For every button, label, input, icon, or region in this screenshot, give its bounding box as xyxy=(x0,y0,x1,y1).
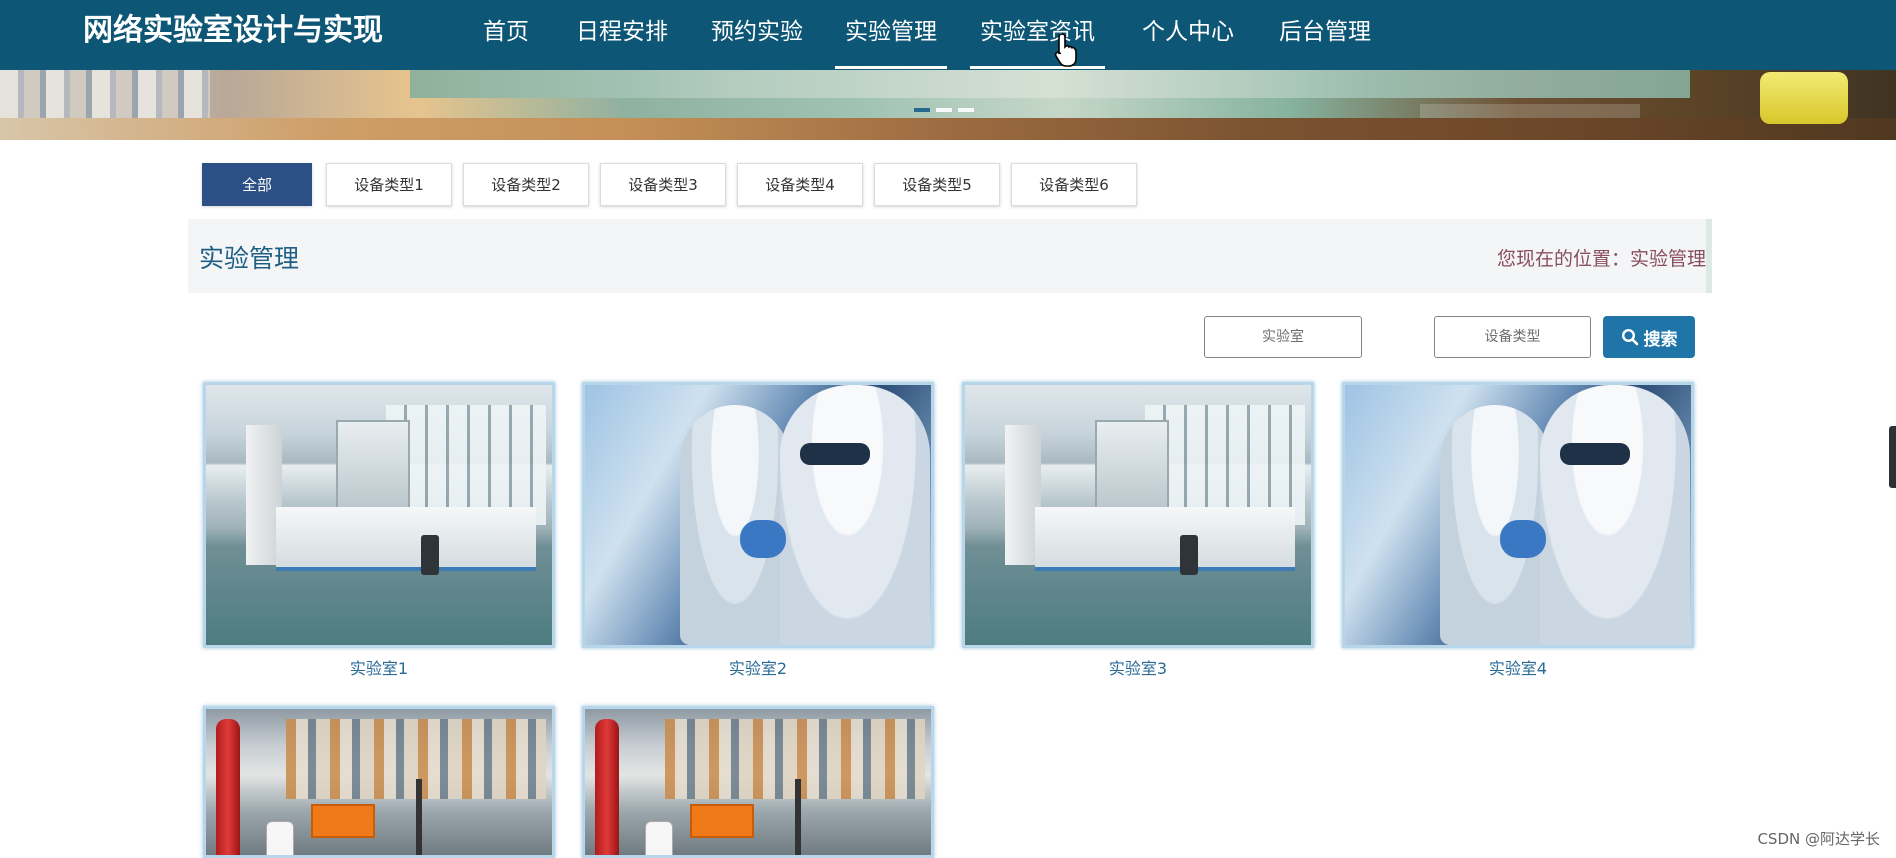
scrollbar-thumb[interactable] xyxy=(1889,426,1896,488)
carousel-dot-1[interactable] xyxy=(914,108,930,112)
lab-image[interactable] xyxy=(1342,382,1694,648)
lab-image[interactable] xyxy=(582,382,934,648)
search-icon xyxy=(1621,328,1638,346)
lab-search-input[interactable] xyxy=(1204,316,1362,358)
banner-jar xyxy=(1760,72,1848,124)
tab-device-type-1[interactable]: 设备类型1 xyxy=(326,163,452,206)
breadcrumb: 您现在的位置：实验管理 xyxy=(1496,248,1706,270)
section-header: 实验管理 您现在的位置：实验管理 xyxy=(188,219,1712,293)
search-button[interactable]: 搜索 xyxy=(1603,316,1695,358)
nav-lab-management[interactable]: 实验管理 xyxy=(835,14,947,69)
nav-admin[interactable]: 后台管理 xyxy=(1279,14,1371,50)
tab-device-type-3[interactable]: 设备类型3 xyxy=(600,163,726,206)
nav-home[interactable]: 首页 xyxy=(483,14,529,50)
nav-booking[interactable]: 预约实验 xyxy=(711,14,803,50)
nav-schedule[interactable]: 日程安排 xyxy=(576,14,668,50)
watermark: CSDN @阿达学长 xyxy=(1757,830,1880,848)
lab-card[interactable]: 实验室1 xyxy=(203,382,555,679)
lab-name[interactable]: 实验室1 xyxy=(203,655,555,679)
lab-image[interactable] xyxy=(203,706,555,858)
lab-name[interactable]: 实验室3 xyxy=(962,655,1314,679)
lab-name[interactable]: 实验室2 xyxy=(582,655,934,679)
hand-cursor-icon xyxy=(1054,33,1077,67)
tab-device-type-5[interactable]: 设备类型5 xyxy=(874,163,1000,206)
lab-card[interactable] xyxy=(582,706,934,858)
lab-name[interactable]: 实验室4 xyxy=(1342,655,1694,679)
lab-image[interactable] xyxy=(962,382,1314,648)
carousel-dot-3[interactable] xyxy=(958,108,974,112)
banner-chalkboard xyxy=(410,70,1690,98)
lab-card[interactable]: 实验室3 xyxy=(962,382,1314,679)
tab-device-type-2[interactable]: 设备类型2 xyxy=(463,163,589,206)
nav-personal-center[interactable]: 个人中心 xyxy=(1142,14,1234,50)
site-title[interactable]: 网络实验室设计与实现 xyxy=(83,12,383,50)
tab-all[interactable]: 全部 xyxy=(202,163,312,206)
banner-desk xyxy=(0,118,1896,140)
lab-image[interactable] xyxy=(203,382,555,648)
lab-card[interactable]: 实验室4 xyxy=(1342,382,1694,679)
device-type-search-input[interactable] xyxy=(1434,316,1591,358)
search-button-label: 搜索 xyxy=(1643,329,1678,349)
lab-card[interactable]: 实验室2 xyxy=(582,382,934,679)
tab-device-type-4[interactable]: 设备类型4 xyxy=(737,163,863,206)
lab-card[interactable] xyxy=(203,706,555,858)
page-title: 实验管理 xyxy=(199,244,300,273)
tab-device-type-6[interactable]: 设备类型6 xyxy=(1011,163,1137,206)
hero-banner xyxy=(0,70,1896,140)
carousel-dot-2[interactable] xyxy=(936,108,952,112)
top-navbar: 网络实验室设计与实现 首页 日程安排 预约实验 实验管理 实验室资讯 个人中心 … xyxy=(0,0,1896,70)
lab-image[interactable] xyxy=(582,706,934,858)
